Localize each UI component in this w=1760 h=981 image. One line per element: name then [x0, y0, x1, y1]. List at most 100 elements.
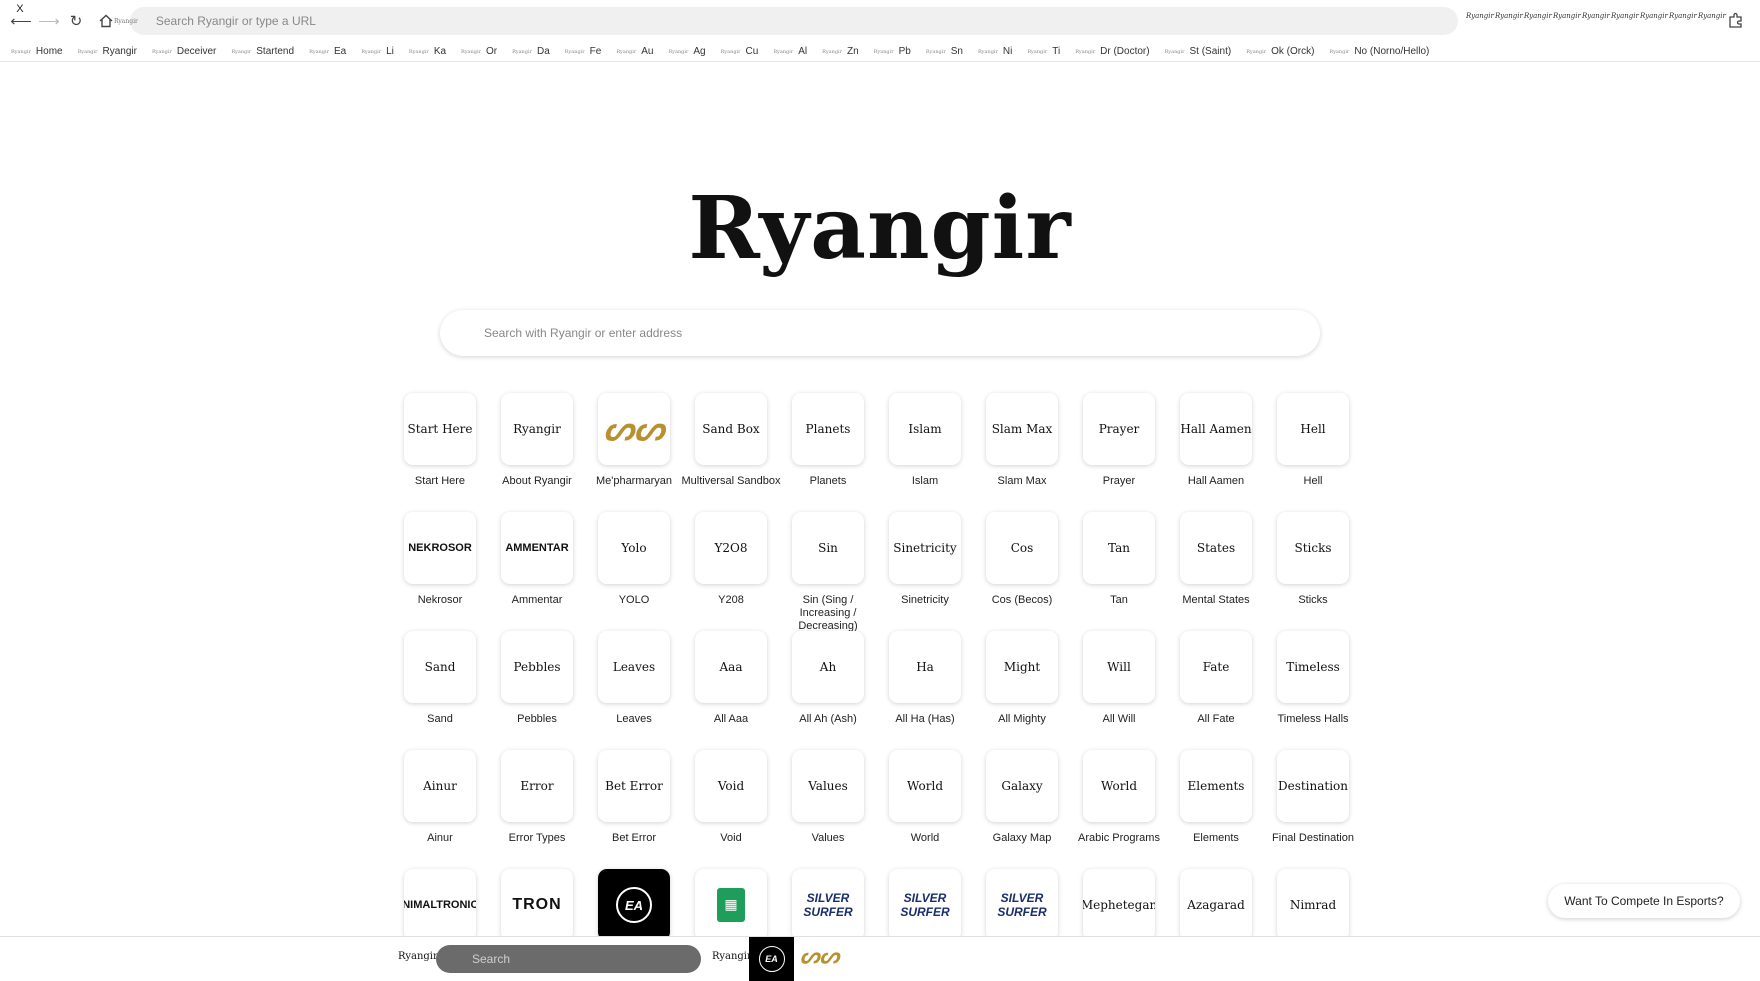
- shortcut-tile[interactable]: Cos Cos (Becos): [972, 512, 1072, 607]
- shortcut-tile[interactable]: Will All Will: [1069, 631, 1169, 726]
- bookmark-item[interactable]: Ryangir Startend: [231, 46, 294, 57]
- extension-icon[interactable]: Ryangir: [1553, 12, 1581, 20]
- bookmark-favicon-icon: Ryangir: [1246, 48, 1267, 55]
- shortcut-icon: Azagarad: [1180, 869, 1252, 941]
- shortcut-tile[interactable]: Leaves Leaves: [584, 631, 684, 726]
- shortcut-tile[interactable]: Planets Planets: [778, 393, 878, 488]
- shortcut-tile[interactable]: Destination Final Destination: [1263, 750, 1363, 845]
- shortcut-tile[interactable]: Values Values: [778, 750, 878, 845]
- bookmark-item[interactable]: Ryangir Ni: [978, 46, 1012, 57]
- shortcut-tile[interactable]: Hell Hell: [1263, 393, 1363, 488]
- shortcut-icon: Might: [986, 631, 1058, 703]
- bookmark-item[interactable]: Ryangir Sn: [926, 46, 963, 57]
- shortcut-label: All Ah (Ash): [799, 713, 857, 725]
- shortcut-tile[interactable]: Bet Error Bet Error: [584, 750, 684, 845]
- address-bar[interactable]: Ryangir Search Ryangir or type a URL: [114, 7, 1458, 35]
- shortcut-icon: Fate: [1180, 631, 1252, 703]
- bookmark-item[interactable]: Ryangir Home: [11, 46, 63, 57]
- back-arrow-icon[interactable]: ⟵ X: [7, 3, 35, 35]
- shortcut-tile[interactable]: Yolo YOLO: [584, 512, 684, 607]
- shortcut-tile[interactable]: Y2O8 Y208: [681, 512, 781, 607]
- shortcut-tile[interactable]: World Arabic Programs: [1069, 750, 1169, 845]
- bookmark-label: Or: [485, 46, 498, 57]
- shortcut-tile[interactable]: Sin Sin (Sing / Increasing / Decreasing): [778, 512, 878, 633]
- bookmark-item[interactable]: Ryangir St (Saint): [1165, 46, 1232, 57]
- shortcut-tile[interactable]: Ainur Ainur: [390, 750, 490, 845]
- shortcut-tile[interactable]: States Mental States: [1166, 512, 1266, 607]
- shortcut-icon: Bet Error: [598, 750, 670, 822]
- shortcut-tile[interactable]: Might All Mighty: [972, 631, 1072, 726]
- shortcut-tile[interactable]: Elements Elements: [1166, 750, 1266, 845]
- shortcut-tile[interactable]: NEKROSOR Nekrosor: [390, 512, 490, 607]
- extension-icon[interactable]: Ryangir: [1640, 12, 1668, 20]
- bookmark-item[interactable]: Ryangir Fe: [565, 46, 602, 57]
- extension-icon[interactable]: Ryangir: [1698, 12, 1726, 20]
- shortcut-tile[interactable]: Islam Islam: [875, 393, 975, 488]
- extension-icon[interactable]: Ryangir: [1669, 12, 1697, 20]
- bookmark-item[interactable]: Ryangir Da: [512, 46, 550, 57]
- bookmark-item[interactable]: Ryangir Al: [773, 46, 807, 57]
- bookmark-favicon-icon: Ryangir: [408, 48, 429, 55]
- bottom-right-label: Ryangir: [712, 951, 752, 962]
- shortcut-tile[interactable]: Void Void: [681, 750, 781, 845]
- shortcut-tile[interactable]: World World: [875, 750, 975, 845]
- shortcut-label: Multiversal Sandbox: [681, 475, 781, 487]
- shortcut-tile[interactable]: Start Here Start Here: [390, 393, 490, 488]
- extensions-puzzle-icon[interactable]: [1724, 8, 1748, 32]
- bookmark-item[interactable]: Ryangir No (Norno/Hello): [1329, 46, 1429, 57]
- bookmark-item[interactable]: Ryangir Ok (Orck): [1246, 46, 1314, 57]
- bottom-search-input[interactable]: Search: [436, 945, 701, 973]
- shortcut-tile[interactable]: Sinetricity Sinetricity: [875, 512, 975, 607]
- shortcut-tile[interactable]: Sand Sand: [390, 631, 490, 726]
- shortcut-tile[interactable]: Tan Tan: [1069, 512, 1169, 607]
- shortcut-tile[interactable]: Ha All Ha (Has): [875, 631, 975, 726]
- bookmark-item[interactable]: Ryangir Au: [616, 46, 653, 57]
- shortcut-tile[interactable]: AMMENTAR Ammentar: [487, 512, 587, 607]
- shortcut-icon: ANIMALTRONICS: [404, 869, 476, 941]
- shortcut-tile[interactable]: Slam Max Slam Max: [972, 393, 1072, 488]
- forward-arrow-icon[interactable]: ⟶: [35, 7, 63, 35]
- shortcut-tile[interactable]: Timeless Timeless Halls: [1263, 631, 1363, 726]
- bookmark-item[interactable]: Ryangir Deceiver: [152, 46, 216, 57]
- shortcut-tile[interactable]: Galaxy Galaxy Map: [972, 750, 1072, 845]
- bookmark-item[interactable]: Ryangir Cu: [721, 46, 759, 57]
- shortcut-tile[interactable]: Prayer Prayer: [1069, 393, 1169, 488]
- bookmark-item[interactable]: Ryangir Ryangir: [78, 46, 137, 57]
- bookmark-item[interactable]: Ryangir Zn: [822, 46, 859, 57]
- shortcut-tile[interactable]: Fate All Fate: [1166, 631, 1266, 726]
- extension-icon[interactable]: Ryangir: [1495, 12, 1523, 20]
- bookmark-item[interactable]: Ryangir Pb: [874, 46, 911, 57]
- shortcut-label: Arabic Programs: [1078, 832, 1160, 844]
- shortcut-tile[interactable]: Pebbles Pebbles: [487, 631, 587, 726]
- search-input[interactable]: Search with Ryangir or enter address: [440, 310, 1320, 356]
- bottom-ea-logo[interactable]: EA: [749, 937, 794, 981]
- shortcut-icon: Tan: [1083, 512, 1155, 584]
- bookmark-item[interactable]: Ryangir Li: [361, 46, 394, 57]
- shortcut-tile[interactable]: Error Error Types: [487, 750, 587, 845]
- shortcut-tile[interactable]: Sticks Sticks: [1263, 512, 1363, 607]
- shortcut-tile[interactable]: Ah All Ah (Ash): [778, 631, 878, 726]
- esports-button[interactable]: Want To Compete In Esports?: [1548, 884, 1740, 918]
- bookmark-item[interactable]: Ryangir Ti: [1027, 46, 1060, 57]
- bottom-gold-logo-icon[interactable]: ᔕᔕ: [800, 943, 839, 969]
- shortcut-tile[interactable]: Aaa All Aaa: [681, 631, 781, 726]
- shortcut-tile[interactable]: Sand Box Multiversal Sandbox: [681, 393, 781, 488]
- bookmark-item[interactable]: Ryangir Or: [461, 46, 497, 57]
- bookmark-item[interactable]: Ryangir Ka: [409, 46, 446, 57]
- bookmark-item[interactable]: Ryangir Ag: [668, 46, 705, 57]
- extension-icon[interactable]: Ryangir: [1611, 12, 1639, 20]
- shortcut-label: All Will: [1102, 713, 1136, 725]
- shortcut-tile[interactable]: ᔕᔕ Me'pharmaryan: [584, 393, 684, 488]
- bookmark-item[interactable]: Ryangir Ea: [309, 46, 346, 57]
- shortcut-tile[interactable]: Ryangir About Ryangir: [487, 393, 587, 488]
- extension-icon[interactable]: Ryangir: [1524, 12, 1552, 20]
- reload-icon[interactable]: ↻: [62, 7, 90, 35]
- bookmark-label: Startend: [256, 46, 295, 57]
- shortcut-label: Sand: [427, 713, 453, 725]
- address-placeholder: Search Ryangir or type a URL: [155, 14, 316, 28]
- shortcut-tile[interactable]: Hall Aamen Hall Aamen: [1166, 393, 1266, 488]
- extension-icon[interactable]: Ryangir: [1582, 12, 1610, 20]
- bookmark-item[interactable]: Ryangir Dr (Doctor): [1075, 46, 1149, 57]
- extension-icon[interactable]: Ryangir: [1466, 12, 1494, 20]
- shortcut-icon: Planets: [792, 393, 864, 465]
